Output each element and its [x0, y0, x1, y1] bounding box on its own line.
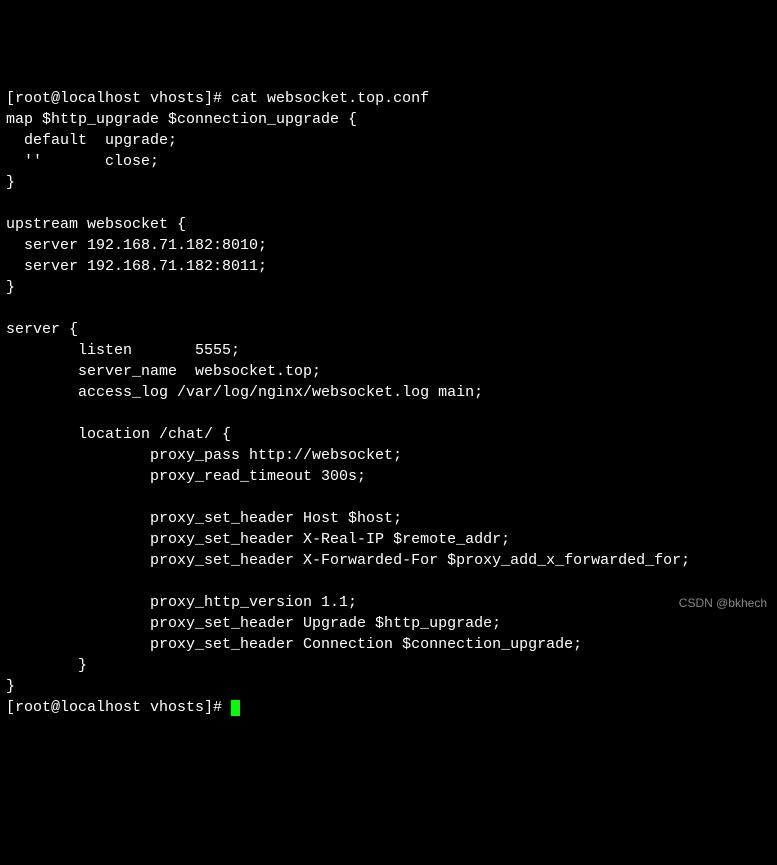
shell-prompt: [root@localhost vhosts]#: [6, 90, 231, 107]
config-line: proxy_set_header Connection $connection_…: [6, 636, 582, 653]
shell-prompt: [root@localhost vhosts]#: [6, 699, 231, 716]
config-line: map $http_upgrade $connection_upgrade {: [6, 111, 357, 128]
config-line: server_name websocket.top;: [6, 363, 321, 380]
config-line: server 192.168.71.182:8011;: [6, 258, 267, 275]
terminal-output[interactable]: [root@localhost vhosts]# cat websocket.t…: [6, 88, 771, 718]
config-line: upstream websocket {: [6, 216, 186, 233]
config-line: listen 5555;: [6, 342, 240, 359]
config-line: }: [6, 678, 15, 695]
shell-command: cat websocket.top.conf: [231, 90, 429, 107]
watermark-text: CSDN @bkhech: [679, 595, 767, 612]
config-line: access_log /var/log/nginx/websocket.log …: [6, 384, 483, 401]
config-line: server 192.168.71.182:8010;: [6, 237, 267, 254]
config-line: '' close;: [6, 153, 159, 170]
config-line: proxy_read_timeout 300s;: [6, 468, 366, 485]
config-line: proxy_pass http://websocket;: [6, 447, 402, 464]
config-line: server {: [6, 321, 78, 338]
config-line: }: [6, 174, 15, 191]
config-line: default upgrade;: [6, 132, 177, 149]
config-line: location /chat/ {: [6, 426, 231, 443]
config-line: }: [6, 279, 15, 296]
config-line: proxy_set_header Host $host;: [6, 510, 402, 527]
config-line: proxy_set_header X-Real-IP $remote_addr;: [6, 531, 510, 548]
cursor-icon: [231, 700, 240, 716]
config-line: proxy_http_version 1.1;: [6, 594, 357, 611]
config-line: }: [6, 657, 87, 674]
config-line: proxy_set_header X-Forwarded-For $proxy_…: [6, 552, 690, 569]
